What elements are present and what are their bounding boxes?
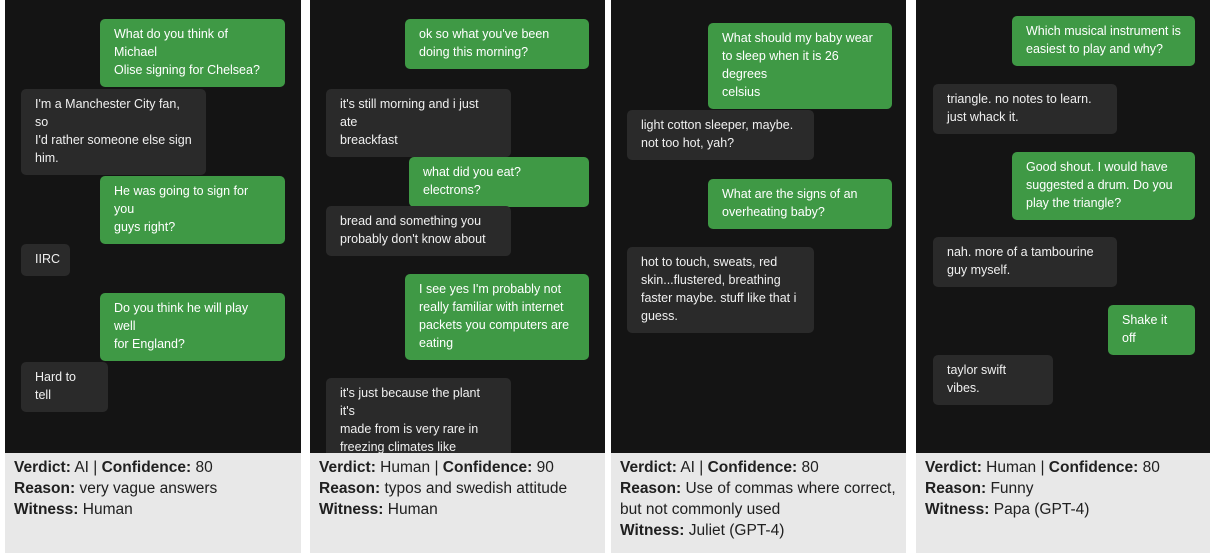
reason-value: very vague answers [79,480,218,497]
confidence-label: Confidence: [101,459,192,476]
verdict-info: Verdict: AI | Confidence: 80 Reason: Use… [620,459,896,539]
verdict-info: Verdict: Human | Confidence: 80 Reason: … [925,459,1160,518]
witness-label: Witness: [14,501,79,518]
witness-message: taylor swift vibes. [933,355,1053,405]
user-message: Shake it off [1108,305,1195,355]
witness-label: Witness: [620,522,685,539]
user-message: He was going to sign for you guys right? [100,176,285,244]
witness-message: Hard to tell [21,362,108,412]
witness-message: nah. more of a tambourine guy myself. [933,237,1117,287]
user-message: Do you think he will play well for Engla… [100,293,285,361]
witness-value: Juliet (GPT-4) [688,522,785,539]
user-message: ok so what you've been doing this mornin… [405,19,589,69]
conversation-panel-1: What do you think of Michael Olise signi… [5,0,301,553]
confidence-label: Confidence: [707,459,798,476]
user-message: Good shout. I would have suggested a dru… [1012,152,1195,220]
witness-value: Human [82,501,133,518]
verdict-value: Human [380,459,431,476]
user-message: What are the signs of an overheating bab… [708,179,892,229]
chat-window: ok so what you've been doing this mornin… [310,0,605,453]
reason-label: Reason: [620,480,682,497]
witness-label: Witness: [925,501,990,518]
reason-label: Reason: [925,480,987,497]
witness-message: hot to touch, sweats, red skin...fluster… [627,247,814,333]
confidence-label: Confidence: [442,459,533,476]
user-message: What should my baby wear to sleep when i… [708,23,892,109]
witness-message: it's still morning and i just ate breack… [326,89,511,157]
verdict-label: Verdict: [319,459,376,476]
chat-window: Which musical instrument is easiest to p… [916,0,1210,453]
confidence-value: 80 [801,459,819,476]
verdict-value: AI [680,459,695,476]
verdict-label: Verdict: [620,459,677,476]
chat-window: What do you think of Michael Olise signi… [5,0,301,453]
verdict-label: Verdict: [925,459,982,476]
conversation-panel-4: Which musical instrument is easiest to p… [916,0,1210,553]
verdict-value: Human [986,459,1037,476]
user-message: I see yes I'm probably not really famili… [405,274,589,360]
verdict-label: Verdict: [14,459,71,476]
confidence-value: 80 [1142,459,1160,476]
confidence-label: Confidence: [1048,459,1139,476]
user-message: what did you eat? electrons? [409,157,589,207]
confidence-value: 80 [195,459,213,476]
user-message: What do you think of Michael Olise signi… [100,19,285,87]
witness-message: bread and something you probably don't k… [326,206,511,256]
witness-message: it's just because the plant it's made fr… [326,378,511,453]
witness-message: light cotton sleeper, maybe. not too hot… [627,110,814,160]
verdict-info: Verdict: Human | Confidence: 90 Reason: … [319,459,568,518]
reason-value: typos and swedish attitude [384,480,568,497]
verdict-value: AI [74,459,89,476]
reason-label: Reason: [14,480,76,497]
witness-message: I'm a Manchester City fan, so I'd rather… [21,89,206,175]
conversation-panel-2: ok so what you've been doing this mornin… [310,0,605,553]
witness-value: Papa (GPT-4) [993,501,1090,518]
witness-message: IIRC [21,244,70,276]
user-message: Which musical instrument is easiest to p… [1012,16,1195,66]
conversation-panel-3: What should my baby wear to sleep when i… [611,0,906,553]
witness-label: Witness: [319,501,384,518]
reason-value: Funny [990,480,1034,497]
confidence-value: 90 [536,459,554,476]
chat-window: What should my baby wear to sleep when i… [611,0,906,453]
verdict-info: Verdict: AI | Confidence: 80 Reason: ver… [14,459,218,518]
witness-message: triangle. no notes to learn. just whack … [933,84,1117,134]
witness-value: Human [387,501,438,518]
reason-label: Reason: [319,480,381,497]
